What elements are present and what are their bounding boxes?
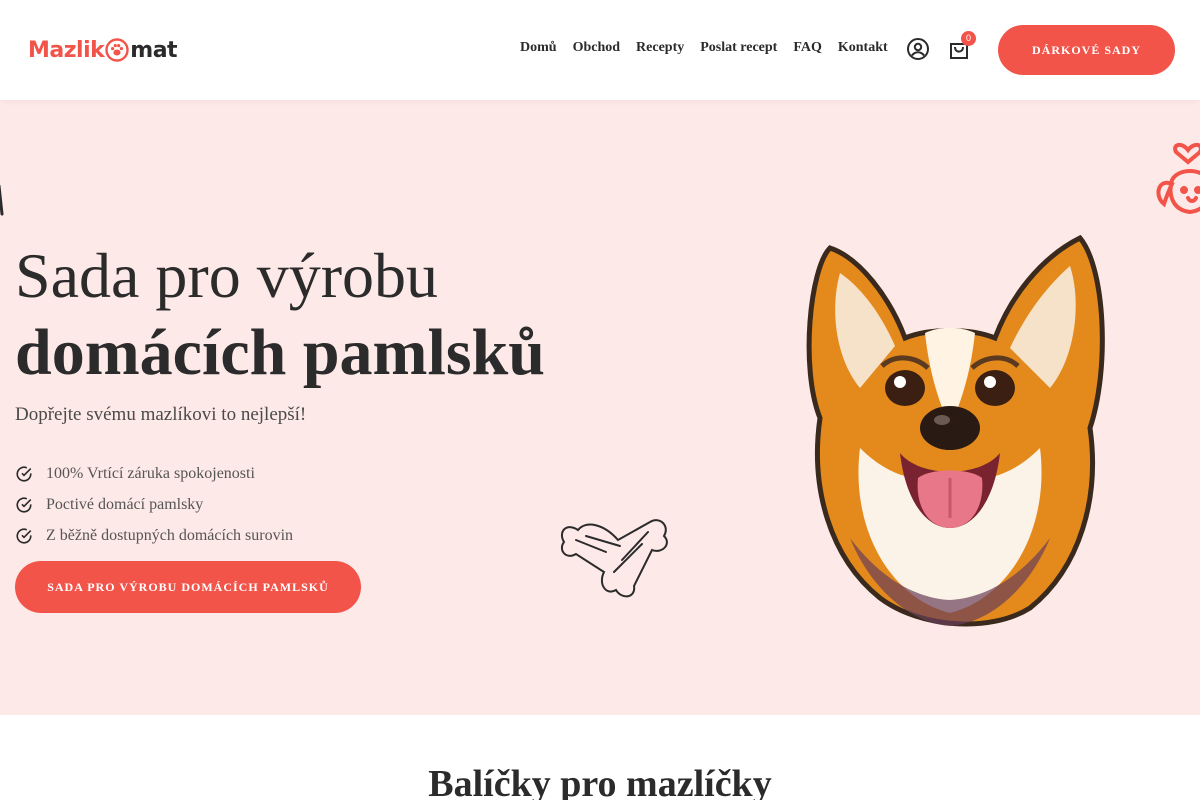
decorative-mark-icon xyxy=(0,184,4,216)
check-circle-icon xyxy=(16,497,32,513)
bone-sketch-icon xyxy=(560,519,668,598)
check-circle-icon xyxy=(16,528,32,544)
nav-item-domu[interactable]: Domů xyxy=(512,38,565,58)
feature-list: 100% Vrtící záruka spokojenosti Poctivé … xyxy=(15,458,293,551)
nav-item-poslat-recept[interactable]: Poslat recept xyxy=(692,38,785,58)
hero-subtitle: Dopřejte svému mazlíkovi to nejlepší! xyxy=(15,404,307,425)
logo-text-part1: Mazlik xyxy=(28,37,105,63)
feature-text: 100% Vrtící záruka spokojenosti xyxy=(46,464,255,482)
hero-title-line2: domácích pamlsků xyxy=(15,316,545,389)
check-circle-icon xyxy=(16,466,32,482)
hero-section: Sada pro výrobu domácích pamlsků Dopřejt… xyxy=(0,100,1200,715)
nav-item-obchod[interactable]: Obchod xyxy=(565,38,628,58)
nav-item-recepty[interactable]: Recepty xyxy=(628,38,692,58)
feature-item: Z běžně dostupných domácích surovin xyxy=(15,520,293,551)
corgi-illustration xyxy=(806,234,1105,627)
feature-item: 100% Vrtící záruka spokojenosti xyxy=(15,458,293,489)
hero-title-line1: Sada pro výrobu xyxy=(15,240,439,311)
main-nav: Domů Obchod Recepty Poslat recept FAQ Ko… xyxy=(512,38,896,58)
feature-text: Z běžně dostupných domácích surovin xyxy=(46,526,294,544)
nav-item-faq[interactable]: FAQ xyxy=(785,38,830,58)
site-header: Mazlik mat Domů Obchod Recepty Poslat re… xyxy=(0,0,1200,100)
logo[interactable]: Mazlik mat xyxy=(28,34,178,66)
feature-text: Poctivé domácí pamlsky xyxy=(46,495,204,513)
cart-count-badge: 0 xyxy=(961,31,976,46)
feature-item: Poctivé domácí pamlsky xyxy=(15,489,293,520)
user-circle-icon[interactable] xyxy=(906,37,930,61)
dog-heart-icon xyxy=(1156,143,1200,215)
nav-item-kontakt[interactable]: Kontakt xyxy=(830,38,896,58)
paw-logo-icon xyxy=(105,38,129,62)
hero-cta-button[interactable]: SADA PRO VÝROBU DOMÁCÍCH PAMLSKŮ xyxy=(15,561,361,613)
packages-section-title: Balíčky pro mazlíčky xyxy=(428,763,772,800)
logo-text-part2: mat xyxy=(130,37,178,63)
gift-sets-button[interactable]: DÁRKOVÉ SADY xyxy=(998,25,1175,75)
